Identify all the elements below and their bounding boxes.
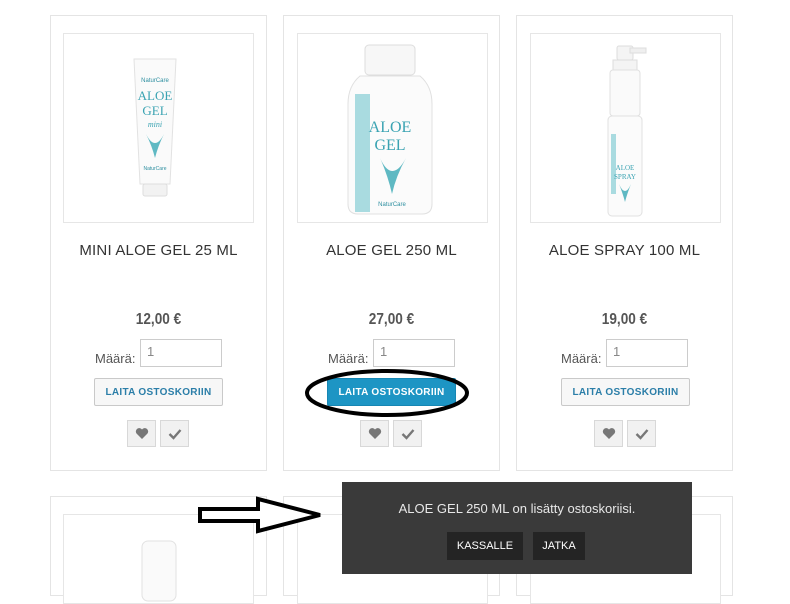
product-card: NaturCare ALOE GEL mini NaturCare MINI A… — [50, 15, 267, 471]
cart-notification-popup: ALOE GEL 250 ML on lisätty ostoskoriisi.… — [342, 482, 692, 574]
quantity-input[interactable]: 1 — [140, 339, 222, 367]
compare-button[interactable] — [627, 420, 656, 447]
heart-icon — [368, 428, 381, 439]
compare-button[interactable] — [393, 420, 422, 447]
arrow-icon — [198, 496, 321, 534]
quantity-input[interactable]: 1 — [373, 339, 455, 367]
cart-notification-message: ALOE GEL 250 ML on lisätty ostoskoriisi. — [398, 501, 636, 516]
tube-gel: GEL — [142, 103, 167, 118]
product-price: 19,00 € — [601, 311, 648, 328]
product-title[interactable]: MINI ALOE GEL 25 ML — [51, 242, 266, 259]
product-image[interactable]: NaturCare ALOE GEL mini NaturCare — [63, 33, 254, 223]
check-icon — [401, 428, 414, 440]
heart-icon — [602, 428, 615, 439]
checkout-button[interactable]: KASSALLE — [447, 532, 523, 560]
product-image[interactable]: ALOE SPRAY — [530, 33, 721, 223]
heart-icon — [135, 428, 148, 439]
product-title[interactable]: ALOE GEL 250 ML — [284, 242, 499, 259]
product-price: 12,00 € — [135, 311, 182, 328]
tube-brand: NaturCare — [141, 78, 169, 84]
check-icon — [635, 428, 648, 440]
product-image-bottle: ALOE GEL NaturCare — [347, 44, 433, 215]
continue-shopping-button[interactable]: JATKA — [533, 532, 585, 560]
highlight-ellipse — [305, 369, 469, 417]
quantity-label: Määrä: — [561, 351, 602, 366]
product-image-spray: ALOE SPRAY — [607, 45, 647, 217]
product-image-tube: NaturCare ALOE GEL mini NaturCare — [133, 58, 177, 197]
bottle-aloe: ALOE — [369, 119, 412, 136]
wishlist-button[interactable] — [127, 420, 156, 447]
tube-mini: mini — [148, 120, 162, 129]
check-icon — [168, 428, 181, 440]
product-card: ALOE GEL NaturCare ALOE GEL 250 ML 27,00… — [283, 15, 500, 471]
quantity-label: Määrä: — [95, 351, 136, 366]
add-to-cart-button[interactable]: LAITA OSTOSKORIIN — [561, 378, 690, 406]
tube-brand-bottom: NaturCare — [143, 166, 166, 172]
quantity-input[interactable]: 1 — [606, 339, 688, 367]
product-price: 27,00 € — [368, 311, 415, 328]
add-to-cart-button[interactable]: LAITA OSTOSKORIIN — [94, 378, 223, 406]
quantity-label: Määrä: — [328, 351, 369, 366]
spray-aloe: ALOE — [616, 164, 635, 172]
wishlist-button[interactable] — [594, 420, 623, 447]
product-title[interactable]: ALOE SPRAY 100 ML — [517, 242, 732, 259]
spray-label: SPRAY — [614, 173, 636, 181]
wishlist-button[interactable] — [360, 420, 389, 447]
compare-button[interactable] — [160, 420, 189, 447]
bottle-gel: GEL — [374, 137, 405, 154]
product-image[interactable]: ALOE GEL NaturCare — [297, 33, 488, 223]
product-card: ALOE SPRAY ALOE SPRAY 100 ML 19,00 € Mää… — [516, 15, 733, 471]
bottle-brand: NaturCare — [378, 202, 406, 208]
tube-aloe: ALOE — [138, 88, 173, 103]
